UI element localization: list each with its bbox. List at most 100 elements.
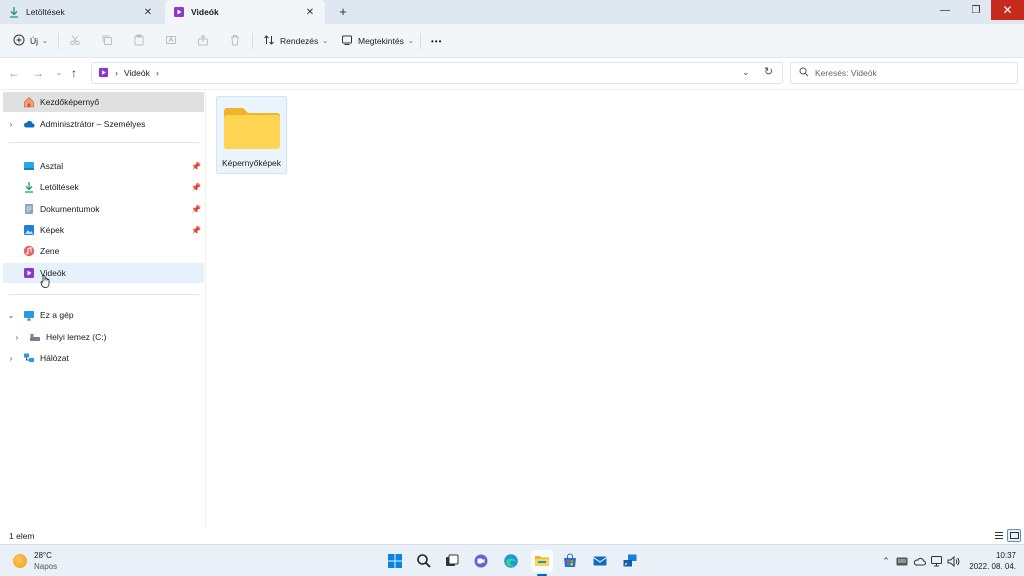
tab-label: Letöltések (26, 7, 65, 17)
search-input[interactable] (815, 68, 1005, 78)
share-button[interactable] (197, 31, 209, 51)
rename-icon (165, 34, 177, 48)
sidebar-item-label: Asztal (40, 161, 64, 171)
sidebar-item-label: Zene (40, 246, 60, 256)
edge-browser-icon[interactable] (500, 550, 522, 572)
search-box[interactable] (790, 62, 1018, 84)
sort-label: Rendezés (280, 36, 319, 46)
copy-button[interactable] (101, 31, 113, 51)
cut-button[interactable] (69, 31, 81, 51)
taskbar: 28°C Napos ⌃ 10:37 2022. 08. 04. (0, 544, 1024, 576)
sidebar-item-network[interactable]: › Hálózat (3, 348, 204, 368)
sidebar-divider (9, 294, 199, 295)
tab-downloads[interactable]: Letöltések ✕ (0, 0, 163, 24)
sidebar-item-pictures[interactable]: Képek 📌 (3, 220, 204, 240)
paste-button[interactable] (133, 31, 145, 51)
restore-button[interactable]: ❐ (961, 0, 991, 20)
sidebar-item-downloads[interactable]: Letöltések 📌 (3, 177, 204, 197)
tab-bar: Letöltések ✕ Videók ✕ + — ❐ ✕ (0, 0, 1024, 24)
recent-chevron-down-icon[interactable]: ⌄ (52, 68, 66, 77)
keyboard-icon[interactable] (895, 554, 909, 568)
details-view-icon[interactable] (992, 529, 1006, 542)
mail-icon[interactable] (589, 550, 611, 572)
clock-time: 10:37 (995, 551, 1016, 560)
new-button[interactable]: Új ⌄ (13, 31, 48, 51)
pin-icon[interactable]: 📌 (188, 226, 204, 235)
pin-icon[interactable]: 📌 (188, 205, 204, 214)
breadcrumb-videos[interactable]: Videók (124, 68, 150, 78)
sidebar-item-local-disk[interactable]: › Helyi lemez (C:) (3, 327, 204, 347)
up-arrow-icon[interactable]: ↑ (67, 66, 81, 80)
chevron-right-icon[interactable]: › (11, 333, 23, 342)
chevron-up-icon[interactable]: ⌃ (879, 554, 893, 568)
chevron-down-icon: ⌄ (407, 38, 414, 45)
sidebar-item-label: Adminisztrátor – Személyes (40, 119, 146, 129)
refresh-icon[interactable]: ↻ (764, 65, 773, 78)
desktop-icon (23, 160, 35, 172)
system-clock[interactable]: 10:37 2022. 08. 04. (966, 550, 1016, 572)
toolbar-divider (58, 33, 59, 49)
pin-icon[interactable]: 📌 (188, 162, 204, 171)
sidebar-item-onedrive[interactable]: › Adminisztrátor – Személyes (3, 114, 204, 134)
large-icons-view-icon[interactable] (1007, 529, 1021, 542)
sidebar-item-label: Letöltések (40, 182, 79, 192)
command-bar: Új ⌄ Rendezés ⌄ Megtekintés ⌄ ••• (0, 24, 1024, 58)
chevron-right-icon[interactable]: › (156, 68, 159, 78)
task-view-icon[interactable] (441, 550, 463, 572)
sidebar-item-label: Ez a gép (40, 310, 74, 320)
close-tab-button[interactable]: ✕ (303, 7, 317, 18)
sidebar-item-label: Hálózat (40, 353, 69, 363)
sidebar-item-home[interactable]: Kezdőképernyő (3, 92, 204, 112)
file-explorer-icon[interactable] (531, 550, 553, 572)
search-icon[interactable] (413, 550, 435, 572)
view-label: Megtekintés (358, 36, 404, 46)
display-icon[interactable] (930, 554, 944, 568)
share-icon (197, 34, 209, 48)
sidebar-item-this-pc[interactable]: ⌄ Ez a gép (3, 305, 204, 325)
speaker-icon[interactable] (946, 554, 960, 568)
onedrive-cloud-icon[interactable] (912, 554, 926, 568)
videos-icon (173, 6, 185, 18)
start-windows-icon[interactable] (384, 550, 406, 572)
sidebar-item-music[interactable]: Zene (3, 241, 204, 261)
sun-icon (13, 554, 27, 568)
chevron-down-icon: ⌄ (322, 38, 329, 45)
folder-item[interactable]: Képernyőképek (216, 96, 287, 174)
close-tab-button[interactable]: ✕ (141, 7, 155, 18)
sidebar-item-label: Képek (40, 225, 65, 235)
sidebar-item-videos[interactable]: Videók (3, 263, 204, 283)
view-button[interactable]: Megtekintés ⌄ (341, 31, 414, 51)
rename-button[interactable] (165, 31, 177, 51)
address-history-chevron-down-icon[interactable]: ⌄ (742, 67, 750, 78)
close-window-button[interactable]: ✕ (991, 0, 1024, 20)
more-options-button[interactable]: ••• (431, 31, 442, 51)
clipboard-icon (133, 34, 145, 48)
sort-button[interactable]: Rendezés ⌄ (263, 31, 328, 51)
address-bar[interactable]: › Videók › (91, 62, 783, 84)
videos-icon (98, 67, 109, 80)
delete-button[interactable] (229, 31, 241, 51)
videos-icon (23, 267, 35, 279)
back-arrow-icon[interactable]: ← (7, 66, 21, 80)
remote-desktop-icon[interactable] (619, 550, 641, 572)
pin-icon[interactable]: 📌 (188, 183, 204, 192)
chevron-right-icon[interactable]: › (5, 354, 17, 363)
chat-icon[interactable] (470, 550, 492, 572)
forward-arrow-icon[interactable]: → (31, 66, 45, 80)
drive-icon (29, 331, 41, 343)
scissors-icon (69, 34, 81, 48)
minimize-button[interactable]: — (930, 0, 960, 20)
sidebar-item-desktop[interactable]: Asztal 📌 (3, 156, 204, 176)
tab-videos[interactable]: Videók ✕ (165, 0, 325, 24)
chevron-down-icon[interactable]: ⌄ (5, 311, 17, 320)
navigation-pane: Kezdőképernyő › Adminisztrátor – Személy… (0, 90, 206, 528)
trash-icon (229, 34, 241, 48)
store-icon[interactable] (559, 550, 581, 572)
weather-condition: Napos (34, 562, 58, 571)
home-icon (23, 96, 35, 108)
chevron-right-icon[interactable]: › (5, 120, 17, 129)
item-count: 1 elem (9, 531, 35, 541)
weather-widget[interactable]: 28°C Napos (13, 550, 57, 572)
new-tab-button[interactable]: + (335, 4, 351, 19)
sidebar-item-documents[interactable]: Dokumentumok 📌 (3, 199, 204, 219)
